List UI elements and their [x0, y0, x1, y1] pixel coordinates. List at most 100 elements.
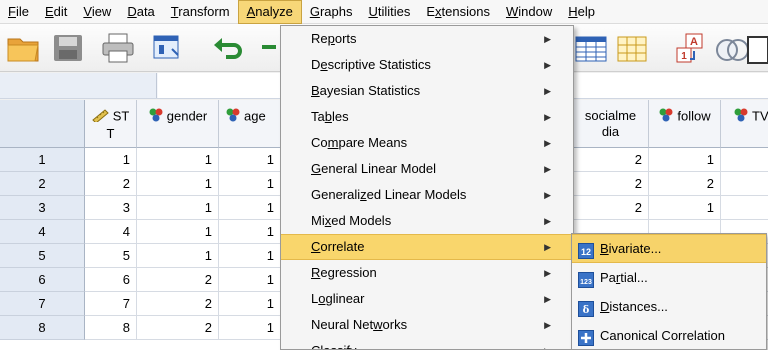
menu-extensions[interactable]: Extensions [418, 0, 498, 24]
open-folder-icon[interactable] [6, 31, 42, 65]
row-number[interactable]: 8 [0, 316, 85, 340]
menu-bar: File Edit View Data Transform Analyze Gr… [0, 0, 768, 24]
menu-item-neural-networks[interactable]: Neural Networks ▶ [281, 312, 573, 338]
submenu-arrow-icon: ▶ [544, 112, 551, 122]
save-icon[interactable] [50, 31, 86, 65]
menu-data[interactable]: Data [119, 0, 162, 24]
menu-analyze[interactable]: Analyze [237, 0, 302, 24]
go-to-case-icon[interactable] [574, 31, 610, 65]
submenu-item-bivariate[interactable]: 12 Bivariate... [572, 234, 766, 263]
menu-item-compare-means[interactable]: Compare Means ▶ [281, 130, 573, 156]
cell-name-box[interactable] [0, 73, 157, 98]
column-header-socialmedia[interactable]: socialme dia [573, 100, 649, 148]
menu-edit[interactable]: Edit [37, 0, 75, 24]
submenu-arrow-icon: ▶ [544, 338, 551, 349]
use-sets-icon[interactable] [714, 31, 768, 65]
nominal-variable-icon [733, 108, 749, 126]
row-number[interactable]: 5 [0, 244, 85, 268]
cell-age[interactable]: 1 [219, 244, 281, 268]
column-header-follow[interactable]: follow [649, 100, 721, 148]
cell-st[interactable]: 7 [85, 292, 137, 316]
menu-item-descriptive-statistics[interactable]: Descriptive Statistics ▶ [281, 52, 573, 78]
cell-gender[interactable]: 2 [137, 268, 219, 292]
scale-variable-icon [91, 108, 110, 126]
cell-st[interactable]: 6 [85, 268, 137, 292]
menu-transform[interactable]: Transform [163, 0, 238, 24]
menu-file[interactable]: File [0, 0, 37, 24]
cell-gender[interactable]: 1 [137, 196, 219, 220]
grid-corner[interactable] [0, 100, 85, 148]
cell-gender[interactable]: 1 [137, 172, 219, 196]
svg-text:A: A [690, 36, 698, 48]
cell-tv[interactable] [721, 148, 768, 172]
menu-item-classify[interactable]: Classify▶ [281, 338, 573, 349]
column-header-tv[interactable]: TV [721, 100, 768, 148]
menu-item-mixed-models[interactable]: Mixed Models ▶ [281, 208, 573, 234]
cell-st[interactable]: 8 [85, 316, 137, 340]
row-number[interactable]: 2 [0, 172, 85, 196]
submenu-arrow-icon: ▶ [544, 164, 551, 174]
submenu-arrow-icon: ▶ [544, 60, 551, 70]
variables-icon[interactable] [614, 31, 650, 65]
nominal-variable-icon [225, 108, 241, 126]
partial-icon: 123 [578, 269, 594, 288]
row-number[interactable]: 7 [0, 292, 85, 316]
cell-social[interactable]: 2 [573, 196, 649, 220]
menu-item-correlate[interactable]: Correlate ▶ [281, 234, 573, 260]
menu-help[interactable]: Help [560, 0, 603, 24]
cell-tv[interactable] [721, 196, 768, 220]
menu-graphs[interactable]: Graphs [302, 0, 361, 24]
menu-item-bayesian-statistics[interactable]: Bayesian Statistics ▶ [281, 78, 573, 104]
row-number[interactable]: 6 [0, 268, 85, 292]
menu-item-tables[interactable]: Tables ▶ [281, 104, 573, 130]
svg-text:1: 1 [681, 51, 687, 62]
row-number[interactable]: 3 [0, 196, 85, 220]
cell-gender[interactable]: 2 [137, 316, 219, 340]
cell-gender[interactable]: 1 [137, 220, 219, 244]
menu-item-loglinear[interactable]: Loglinear ▶ [281, 286, 573, 312]
undo-icon[interactable] [210, 31, 246, 65]
cell-follow[interactable]: 1 [649, 196, 721, 220]
cell-age[interactable]: 1 [219, 172, 281, 196]
menu-item-generalized-linear-models[interactable]: Generalized Linear Models ▶ [281, 182, 573, 208]
cell-follow[interactable]: 2 [649, 172, 721, 196]
cell-age[interactable]: 1 [219, 292, 281, 316]
row-number[interactable]: 4 [0, 220, 85, 244]
submenu-arrow-icon: ▶ [544, 138, 551, 148]
cell-social[interactable]: 2 [573, 148, 649, 172]
cell-st[interactable]: 1 [85, 148, 137, 172]
cell-gender[interactable]: 1 [137, 244, 219, 268]
submenu-item-canonical-correlation[interactable]: Canonical Correlation [572, 321, 766, 349]
submenu-arrow-icon: ▶ [544, 190, 551, 200]
row-number[interactable]: 1 [0, 148, 85, 172]
value-labels-icon[interactable]: A1 [672, 31, 708, 65]
cell-social[interactable]: 2 [573, 172, 649, 196]
cell-follow[interactable]: 1 [649, 148, 721, 172]
cell-age[interactable]: 1 [219, 196, 281, 220]
cell-st[interactable]: 3 [85, 196, 137, 220]
cell-tv[interactable] [721, 172, 768, 196]
submenu-item-distances[interactable]: δ Distances... [572, 292, 766, 321]
cell-age[interactable]: 1 [219, 268, 281, 292]
cell-age[interactable]: 1 [219, 316, 281, 340]
menu-utilities[interactable]: Utilities [360, 0, 418, 24]
column-header-gender[interactable]: gender [137, 100, 219, 148]
menu-item-general-linear-model[interactable]: General Linear Model ▶ [281, 156, 573, 182]
cell-age[interactable]: 1 [219, 148, 281, 172]
menu-item-reports[interactable]: Reports ▶ [281, 26, 573, 52]
menu-window[interactable]: Window [498, 0, 560, 24]
bivariate-icon: 12 [578, 241, 594, 259]
menu-item-regression[interactable]: Regression ▶ [281, 260, 573, 286]
cell-st[interactable]: 5 [85, 244, 137, 268]
cell-gender[interactable]: 1 [137, 148, 219, 172]
submenu-item-partial[interactable]: 123 Partial... [572, 263, 766, 292]
dialog-recall-icon[interactable] [150, 31, 186, 65]
print-icon[interactable] [100, 31, 136, 65]
menu-view[interactable]: View [75, 0, 119, 24]
cell-st[interactable]: 4 [85, 220, 137, 244]
cell-st[interactable]: 2 [85, 172, 137, 196]
column-header-stt[interactable]: ST T [85, 100, 137, 148]
cell-age[interactable]: 1 [219, 220, 281, 244]
cell-gender[interactable]: 2 [137, 292, 219, 316]
column-header-age[interactable]: age [219, 100, 281, 148]
